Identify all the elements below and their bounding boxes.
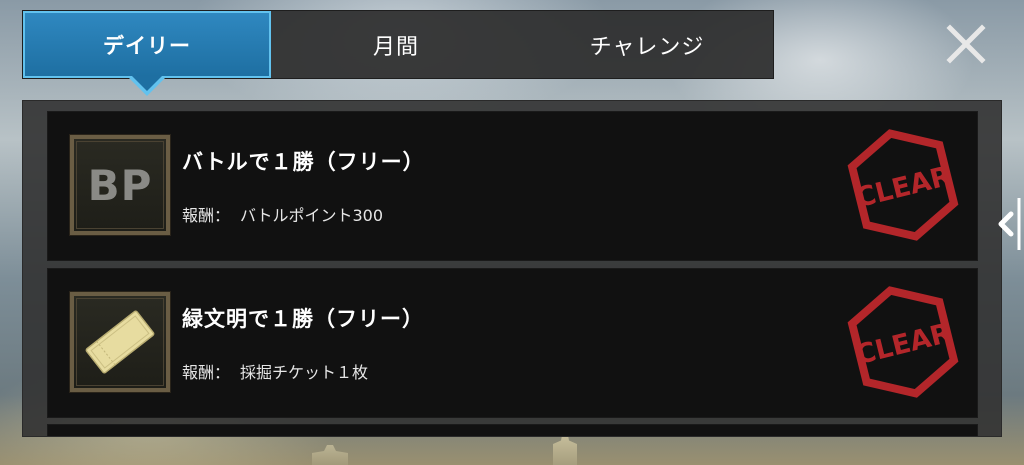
chevron-left-icon bbox=[998, 198, 1021, 250]
active-tab-indicator-fill bbox=[132, 76, 162, 91]
tab-daily-label: デイリー bbox=[103, 33, 191, 58]
reward-value: バトルポイント300 bbox=[240, 206, 384, 225]
ticket-icon bbox=[69, 291, 171, 393]
close-icon bbox=[946, 24, 986, 64]
clear-stamp-text: CLEAR bbox=[853, 318, 955, 372]
mission-reward: 報酬： 採掘チケット１枚 bbox=[182, 359, 368, 383]
tab-bar: デイリー 月間 チャレンジ bbox=[22, 10, 774, 79]
battle-point-icon-text: BP bbox=[87, 160, 153, 210]
mission-card[interactable]: BP バトルで１勝（フリー） 報酬： バトルポイント300 CLEAR bbox=[47, 111, 978, 261]
tab-daily[interactable]: デイリー bbox=[23, 11, 271, 78]
clear-stamp-icon: CLEAR bbox=[847, 129, 959, 241]
mission-reward: 報酬： バトルポイント300 bbox=[182, 202, 383, 226]
clear-stamp-icon: CLEAR bbox=[847, 286, 959, 398]
tab-challenge-label: チャレンジ bbox=[589, 34, 705, 60]
reward-value: 採掘チケット１枚 bbox=[240, 363, 369, 382]
tab-challenge[interactable]: チャレンジ bbox=[521, 11, 773, 78]
battle-point-icon: BP bbox=[69, 134, 171, 236]
mission-title: 緑文明で１勝（フリー） bbox=[182, 307, 424, 331]
mission-list: BP バトルで１勝（フリー） 報酬： バトルポイント300 CLEAR 緑文明で１… bbox=[22, 100, 1002, 437]
close-button[interactable] bbox=[944, 22, 988, 66]
tab-monthly-label: 月間 bbox=[372, 34, 419, 60]
mission-title: バトルで１勝（フリー） bbox=[182, 150, 425, 174]
reward-label: 報酬： bbox=[182, 363, 231, 382]
mission-card-partial[interactable] bbox=[47, 424, 978, 436]
background-scenery bbox=[312, 445, 348, 465]
ticket-image bbox=[85, 310, 155, 374]
reward-label: 報酬： bbox=[182, 206, 231, 225]
tab-monthly[interactable]: 月間 bbox=[271, 11, 521, 78]
mission-card[interactable]: 緑文明で１勝（フリー） 報酬： 採掘チケット１枚 CLEAR bbox=[47, 268, 978, 418]
clear-stamp-text: CLEAR bbox=[853, 161, 955, 215]
side-panel-toggle[interactable] bbox=[993, 196, 1024, 252]
